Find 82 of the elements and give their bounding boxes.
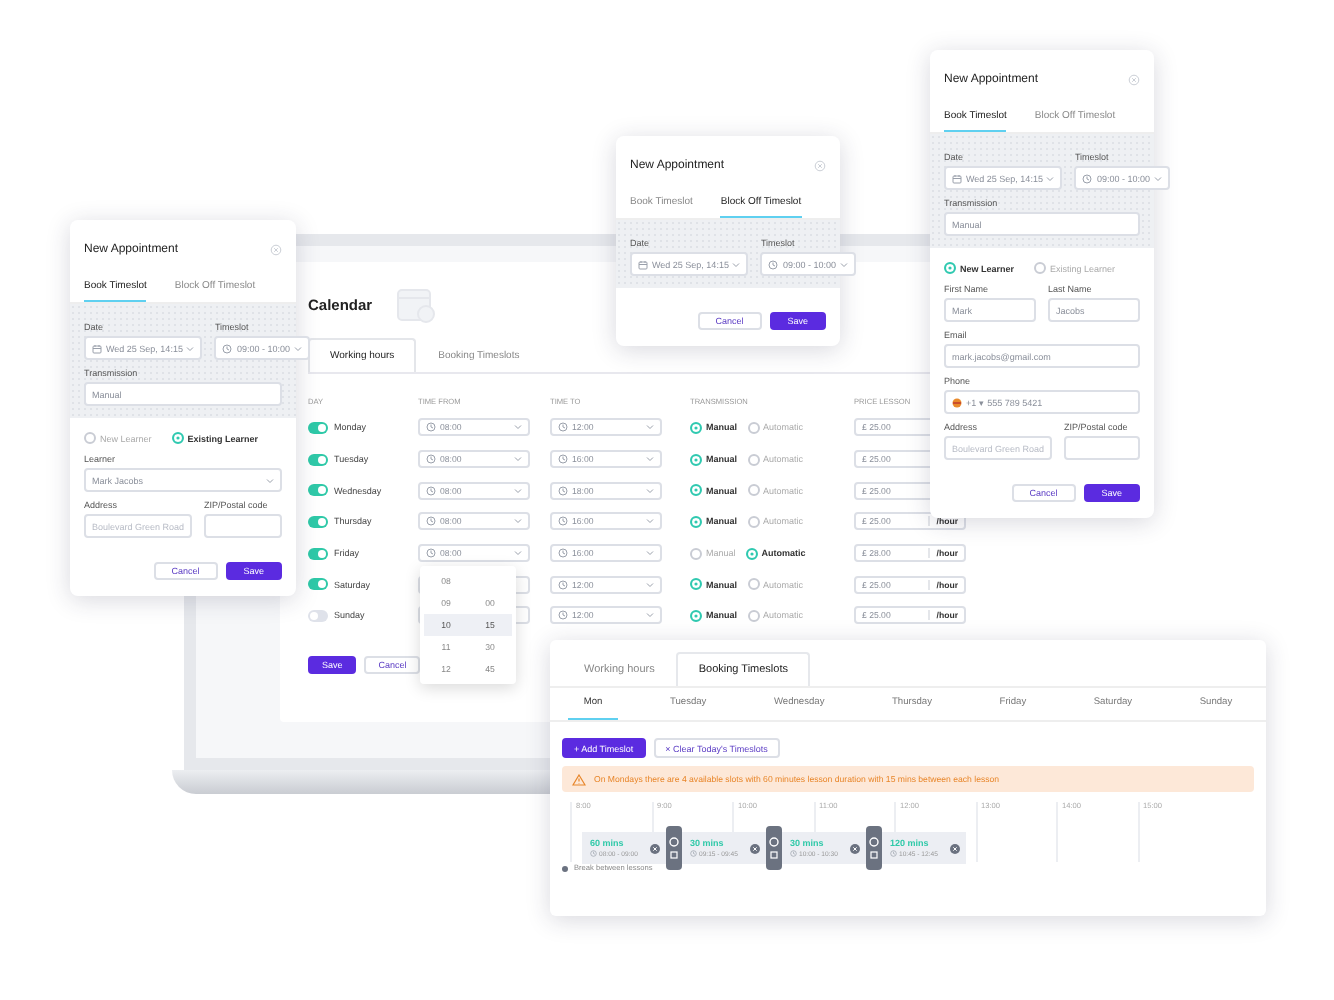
caret-icon xyxy=(646,550,654,557)
remove-icon[interactable] xyxy=(850,843,860,853)
clock-icon xyxy=(222,343,233,353)
clock-icon xyxy=(426,422,436,433)
caret-icon xyxy=(646,612,654,619)
toggle-switch[interactable] xyxy=(308,578,328,591)
caret-icon xyxy=(514,456,522,463)
radio-icon[interactable] xyxy=(171,432,184,444)
break-marker xyxy=(766,826,782,870)
radio-icon[interactable] xyxy=(747,578,760,591)
caret-icon xyxy=(1153,175,1162,181)
radio-icon[interactable] xyxy=(690,547,702,560)
legend-dot xyxy=(562,865,568,871)
break-marker xyxy=(866,826,882,870)
remove-icon[interactable] xyxy=(650,843,660,853)
clock-icon xyxy=(426,516,436,527)
clock-icon xyxy=(558,610,568,621)
clock-icon xyxy=(558,579,568,590)
close-icon[interactable] xyxy=(814,160,826,172)
caret-icon xyxy=(646,456,654,463)
clock-icon xyxy=(558,516,568,527)
toggle-switch[interactable] xyxy=(308,421,328,434)
radio-icon[interactable] xyxy=(84,432,96,444)
calendar-icon xyxy=(952,173,962,183)
caret-icon xyxy=(732,261,741,267)
caret-icon xyxy=(293,345,302,351)
radio-icon[interactable] xyxy=(690,453,702,466)
toggle-switch[interactable] xyxy=(308,547,328,560)
clock-icon xyxy=(558,454,568,465)
radio-icon[interactable] xyxy=(690,578,702,591)
calendar-icon xyxy=(638,259,648,269)
caret-icon xyxy=(514,424,522,431)
close-icon[interactable] xyxy=(1128,74,1140,86)
calendar-icon xyxy=(92,343,102,353)
warning-icon xyxy=(572,773,586,785)
caret-icon xyxy=(186,345,195,351)
radio-icon[interactable] xyxy=(690,515,702,528)
radio-icon[interactable] xyxy=(690,484,702,497)
clock-icon xyxy=(590,850,597,858)
caret-icon xyxy=(514,518,522,525)
radio-icon[interactable] xyxy=(690,609,702,622)
break-marker xyxy=(666,826,682,870)
clock-icon xyxy=(558,485,568,496)
radio-icon[interactable] xyxy=(747,484,760,497)
clock-icon xyxy=(558,548,568,559)
caret-icon xyxy=(646,581,654,588)
toggle-switch[interactable] xyxy=(308,484,328,497)
caret-icon xyxy=(266,477,274,483)
caret-icon xyxy=(514,487,522,494)
caret-icon xyxy=(1046,175,1055,181)
clock-icon xyxy=(426,548,436,559)
clock-icon xyxy=(426,454,436,465)
radio-icon[interactable] xyxy=(747,453,760,466)
caret-icon xyxy=(839,261,848,267)
caret-icon xyxy=(514,550,522,557)
input-field[interactable] xyxy=(1064,436,1140,460)
caret-icon xyxy=(646,518,654,525)
radio-icon[interactable] xyxy=(747,421,760,434)
clock-icon xyxy=(558,422,568,433)
radio-icon[interactable] xyxy=(745,547,758,560)
clock-icon xyxy=(790,850,797,858)
clock-icon xyxy=(1082,173,1093,183)
caret-icon xyxy=(646,424,654,431)
radio-icon[interactable] xyxy=(747,515,760,528)
clock-icon xyxy=(890,850,897,858)
caret-icon xyxy=(646,487,654,494)
remove-icon[interactable] xyxy=(750,843,760,853)
radio-icon[interactable] xyxy=(944,262,956,274)
remove-icon[interactable] xyxy=(950,843,960,853)
toggle-switch[interactable] xyxy=(308,453,328,466)
clock-icon xyxy=(768,259,779,269)
input-field[interactable] xyxy=(204,514,282,538)
flag-icon xyxy=(952,397,962,407)
calendar-icon xyxy=(396,284,437,324)
radio-icon[interactable] xyxy=(690,421,702,434)
toggle-switch[interactable] xyxy=(308,515,328,528)
radio-icon[interactable] xyxy=(1034,262,1047,274)
clock-icon xyxy=(426,485,436,496)
close-icon[interactable] xyxy=(270,244,282,256)
clock-icon xyxy=(690,850,697,858)
toggle-switch[interactable] xyxy=(308,609,328,622)
radio-icon[interactable] xyxy=(747,609,760,622)
